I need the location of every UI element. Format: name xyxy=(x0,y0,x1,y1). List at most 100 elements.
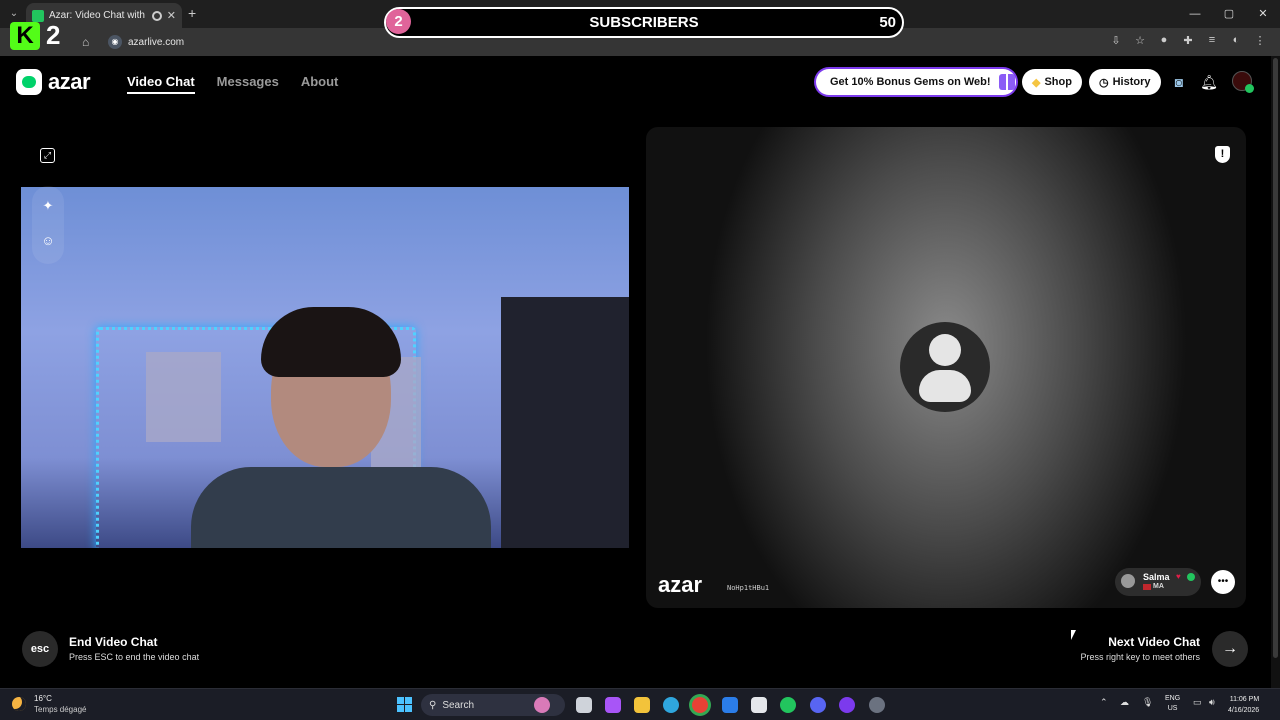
sticker-icon[interactable]: ☺ xyxy=(38,231,58,251)
obs-icon[interactable] xyxy=(839,697,855,713)
bookmark-star-icon[interactable]: ☆ xyxy=(1134,34,1146,47)
camera-tools: ✦ ☺ xyxy=(32,186,64,264)
site-info-icon[interactable]: ◉ xyxy=(108,35,122,49)
user-silhouette-head xyxy=(929,334,961,366)
store-icon[interactable] xyxy=(751,697,767,713)
widgets-icon[interactable] xyxy=(534,697,550,713)
app-icon[interactable] xyxy=(869,697,885,713)
windows-taskbar: 16°C Temps dégagé ⚲ Search ⌃ ☁ 🎙︎ ENG US… xyxy=(0,688,1280,720)
next-chat-title: Next Video Chat xyxy=(1108,635,1200,649)
nav-messages[interactable]: Messages xyxy=(217,74,279,94)
tab-close-icon[interactable]: ✕ xyxy=(167,9,176,22)
shop-label: Shop xyxy=(1044,76,1072,88)
tab-search-icon[interactable]: ⌄ xyxy=(6,6,22,22)
mouse-cursor-icon xyxy=(1071,630,1076,640)
peer-name: Salma xyxy=(1143,572,1170,582)
peer-country: MA xyxy=(1153,583,1164,590)
clock-date: 4/16/2026 xyxy=(1228,707,1260,714)
next-chat-button[interactable]: → xyxy=(1212,631,1248,667)
expand-icon[interactable]: ⤢ xyxy=(40,148,55,163)
window-controls: — ▢ ✕ xyxy=(1178,0,1280,28)
onedrive-icon[interactable]: ☁ xyxy=(1120,697,1129,708)
weather-desc[interactable]: Temps dégagé xyxy=(34,705,86,714)
chat-bubble-button[interactable]: ••• xyxy=(1211,570,1235,594)
promo-text: Get 10% Bonus Gems on Web! xyxy=(830,76,991,88)
minimize-button[interactable]: — xyxy=(1178,0,1212,28)
gems-wallet-icon[interactable]: ◙ xyxy=(1170,73,1188,91)
peer-avatar-placeholder xyxy=(900,322,990,412)
end-chat-hint: Press ESC to end the video chat xyxy=(69,652,200,662)
copilot-icon[interactable] xyxy=(605,697,621,713)
nav-video-chat[interactable]: Video Chat xyxy=(127,74,195,94)
end-chat-title: End Video Chat xyxy=(69,635,158,649)
reading-list-icon[interactable]: ≡ xyxy=(1206,34,1218,47)
user-silhouette-body xyxy=(919,370,971,402)
torrent-icon[interactable] xyxy=(780,697,796,713)
network-icon[interactable]: ▭ xyxy=(1193,697,1202,708)
gem-icon: ◆ xyxy=(1032,76,1041,89)
extensions-puzzle-icon[interactable]: ✚ xyxy=(1182,34,1194,47)
moon-weather-icon[interactable] xyxy=(12,697,26,711)
user-avatar[interactable] xyxy=(1232,71,1254,93)
verified-badge-icon xyxy=(1187,573,1195,581)
tab-favicon-icon xyxy=(32,9,44,22)
extension-icon[interactable]: ● xyxy=(1158,34,1170,47)
azar-logo[interactable]: azar xyxy=(16,69,91,95)
home-icon[interactable]: ⌂ xyxy=(82,35,89,49)
shop-button[interactable]: ◆ Shop xyxy=(1022,69,1082,95)
clock-time: 11:06 PM xyxy=(1229,696,1260,703)
magic-wand-icon[interactable]: ✦ xyxy=(38,196,58,216)
peer-small-avatar xyxy=(1121,574,1135,588)
url-text: azarlive.com xyxy=(128,36,185,48)
history-button[interactable]: ◷ History xyxy=(1089,69,1161,95)
toolbar-icons: ⇩ ☆ ● ✚ ≡ ◐ ⋮ xyxy=(1110,34,1266,47)
notification-bell-icon[interactable]: 🔔︎ xyxy=(1200,73,1218,91)
mail-icon[interactable] xyxy=(722,697,738,713)
peer-info-card[interactable]: Salma ♥ MA xyxy=(1115,568,1201,596)
azar-watermark: azar xyxy=(658,572,703,597)
end-chat-button[interactable]: esc xyxy=(22,631,58,667)
install-app-icon[interactable]: ⇩ xyxy=(1110,34,1122,47)
search-icon: ⚲ xyxy=(429,699,437,711)
bonus-gems-promo-button[interactable]: Get 10% Bonus Gems on Web! xyxy=(816,69,1016,95)
page-scrollbar[interactable] xyxy=(1271,56,1280,688)
file-explorer-icon[interactable] xyxy=(634,697,650,713)
edge-icon[interactable] xyxy=(663,697,679,713)
site-header: azar Video Chat Messages About Get 10% B… xyxy=(0,56,1280,108)
shelf xyxy=(501,297,629,548)
language-code: ENG xyxy=(1165,695,1181,702)
browser-menu-icon[interactable]: ⋮ xyxy=(1254,34,1266,47)
person-hair xyxy=(261,307,401,377)
profile-icon[interactable]: ◐ xyxy=(1230,34,1242,47)
language-indicator[interactable]: ENG US xyxy=(1165,694,1180,714)
system-clock[interactable]: 11:06 PM 4/16/2026 xyxy=(1228,694,1259,716)
country-flag-icon xyxy=(1143,584,1151,590)
heart-icon: ♥ xyxy=(1176,572,1181,581)
kick-logo: K xyxy=(10,22,40,50)
online-status-dot xyxy=(1245,84,1254,93)
watermark-id: NoHp1tHBu1 xyxy=(727,584,770,592)
microphone-icon[interactable]: 🎙︎ xyxy=(1142,697,1153,708)
scroll-thumb[interactable] xyxy=(1273,58,1278,658)
weather-temp[interactable]: 16°C xyxy=(34,694,52,703)
search-placeholder: Search xyxy=(442,699,475,711)
show-hidden-icons[interactable]: ⌃ xyxy=(1100,697,1108,708)
chrome-icon[interactable] xyxy=(692,697,708,713)
task-view-icon[interactable] xyxy=(576,697,592,713)
report-shield-icon[interactable]: ! xyxy=(1215,146,1230,163)
discord-icon[interactable] xyxy=(810,697,826,713)
close-window-button[interactable]: ✕ xyxy=(1246,0,1280,28)
my-video-panel xyxy=(21,127,629,608)
nav-about[interactable]: About xyxy=(301,74,339,94)
new-tab-button[interactable]: + xyxy=(188,5,196,21)
azar-logo-icon xyxy=(16,69,42,95)
history-icon: ◷ xyxy=(1099,76,1109,89)
windows-start-icon[interactable] xyxy=(397,697,412,712)
main-nav: Video Chat Messages About xyxy=(127,74,338,94)
gift-icon xyxy=(998,74,1015,90)
person-body xyxy=(191,467,491,548)
maximize-button[interactable]: ▢ xyxy=(1212,0,1246,28)
volume-icon[interactable]: 🔊︎ xyxy=(1209,697,1215,708)
azar-wordmark: azar xyxy=(48,69,91,94)
subscriber-goal-bar: 2 SUBSCRIBERS 50 xyxy=(384,7,904,38)
